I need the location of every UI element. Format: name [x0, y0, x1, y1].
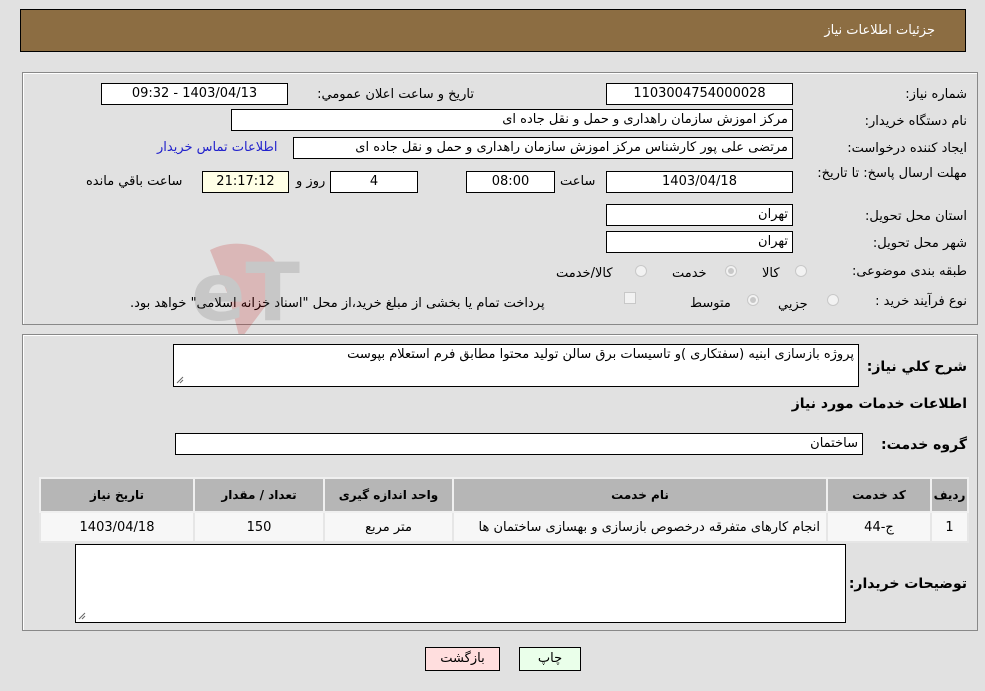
announce-datetime-field: 1403/04/13 - 09:32 [101, 83, 288, 105]
requester-label: ایجاد کننده درخواست: [847, 141, 967, 156]
cell-row-number: 1 [930, 511, 969, 543]
category-option-goods: کالا [762, 266, 780, 281]
col-header-service-name: نام خدمت [452, 477, 828, 513]
purchase-option-minor: جزيي [778, 297, 808, 312]
back-button[interactable]: بازگشت [425, 647, 500, 671]
services-table: ردیف کد خدمت نام خدمت واحد اندازه گیری ت… [39, 477, 969, 543]
services-heading: اطلاعات خدمات مورد نیاز [791, 396, 967, 412]
buyer-org-field: مرکز اموزش سازمان راهداری و حمل و نقل جا… [231, 109, 793, 131]
cell-service-name: انجام کارهای متفرقه درخصوص بازسازی و بهس… [452, 511, 828, 543]
purchase-option-medium: متوسط [690, 296, 731, 311]
remaining-time-field: 21:17:12 [202, 171, 289, 193]
col-header-row-number: ردیف [930, 477, 969, 513]
col-header-need-date: تاریخ نیاز [39, 477, 195, 513]
col-header-service-code: کد خدمت [826, 477, 932, 513]
resize-handle-icon[interactable] [176, 376, 184, 384]
description-text: پروژه بازسازی ابنیه (سفتکاری )و تاسیسات … [347, 347, 854, 362]
purchase-radio-medium[interactable] [747, 294, 759, 306]
remaining-days-field: 4 [330, 171, 418, 193]
need-number-label: شماره نیاز: [905, 87, 967, 102]
purchase-radio-minor[interactable] [827, 294, 839, 306]
category-radio-service[interactable] [725, 265, 737, 277]
days-label: روز و [296, 174, 326, 189]
service-group-label: گروه خدمت: [881, 437, 967, 453]
city-label: شهر محل تحویل: [872, 236, 967, 251]
page-header: جزئیات اطلاعات نیاز [20, 9, 966, 52]
category-radio-goods[interactable] [795, 265, 807, 277]
province-field: تهران [606, 204, 793, 226]
category-option-service: خدمت [672, 266, 707, 281]
buyer-org-label: نام دستگاه خریدار: [864, 114, 967, 129]
deadline-date-field: 1403/04/18 [606, 171, 793, 193]
need-number-field: 1103004754000028 [606, 83, 793, 105]
print-button[interactable]: چاپ [519, 647, 581, 671]
cell-need-date: 1403/04/18 [39, 511, 195, 543]
treasury-checkbox[interactable] [624, 292, 636, 304]
page-title: جزئیات اطلاعات نیاز [824, 23, 935, 38]
category-option-goods-service: کالا/خدمت [556, 266, 613, 281]
resize-handle-icon[interactable] [78, 612, 86, 620]
cell-quantity: 150 [193, 511, 325, 543]
col-header-quantity: تعداد / مقدار [193, 477, 325, 513]
description-label: شرح کلي نیاز: [866, 359, 967, 375]
announce-datetime-label: تاریخ و ساعت اعلان عمومي: [317, 87, 474, 102]
buyer-contact-link[interactable]: اطلاعات تماس خریدار [157, 140, 277, 155]
category-label: طبقه بندی موضوعی: [851, 264, 967, 279]
treasury-checkbox-label: پرداخت تمام یا بخشی از مبلغ خرید،از محل … [130, 296, 545, 311]
buyer-notes-label: توضیحات خریدار: [848, 576, 967, 592]
remaining-time-label: ساعت باقي مانده [86, 174, 183, 189]
category-radio-goods-service[interactable] [635, 265, 647, 277]
description-textarea[interactable]: پروژه بازسازی ابنیه (سفتکاری )و تاسیسات … [173, 344, 859, 387]
purchase-type-label: نوع فرآیند خرید : [875, 294, 967, 309]
province-label: استان محل تحویل: [865, 209, 967, 224]
table-row: 1 ج-44 انجام کارهای متفرقه درخصوص بازساز… [39, 511, 969, 543]
service-group-field: ساختمان [175, 433, 863, 455]
cell-service-code: ج-44 [826, 511, 932, 543]
deadline-time-label: ساعت [560, 174, 596, 189]
col-header-unit: واحد اندازه گیری [323, 477, 454, 513]
services-table-header-row: ردیف کد خدمت نام خدمت واحد اندازه گیری ت… [39, 477, 969, 513]
cell-unit: متر مربع [323, 511, 454, 543]
buyer-notes-textarea[interactable] [75, 544, 846, 623]
deadline-label: مهلت ارسال پاسخ: تا تاریخ: [817, 166, 967, 181]
requester-field: مرتضی علی پور کارشناس مرکز اموزش سازمان … [293, 137, 793, 159]
deadline-time-field: 08:00 [466, 171, 555, 193]
city-field: تهران [606, 231, 793, 253]
